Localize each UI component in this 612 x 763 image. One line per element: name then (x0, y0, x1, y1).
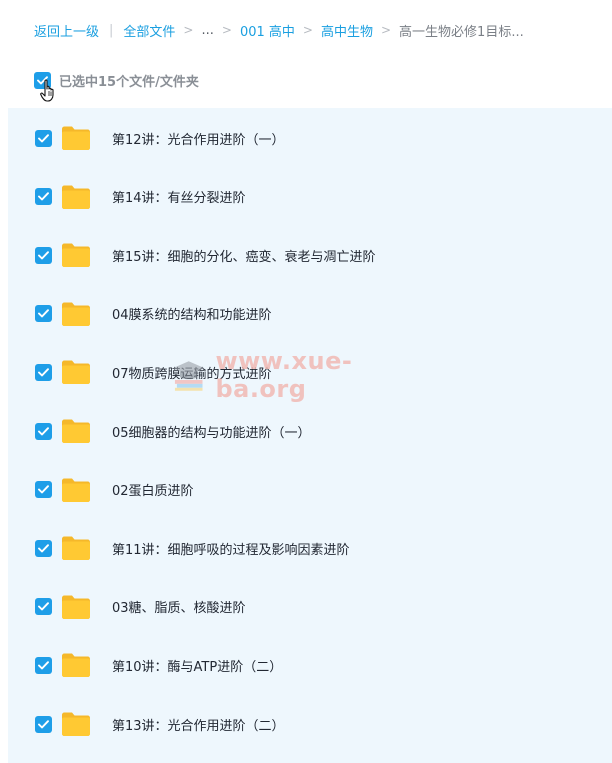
file-checkbox[interactable] (35, 129, 52, 147)
checkbox-checked-icon (38, 602, 49, 611)
file-row[interactable]: 03糖、脂质、核酸进阶 (8, 578, 612, 636)
folder-icon (62, 536, 90, 561)
file-checkbox[interactable] (35, 715, 52, 733)
checkbox-checked-icon (38, 133, 49, 142)
folder-icon (62, 126, 90, 150)
file-checkbox[interactable] (35, 539, 52, 557)
file-row[interactable]: 05细胞器的结构与功能进阶（一） (8, 402, 612, 460)
file-row[interactable]: 第10讲：酶与ATP进阶（二） (8, 636, 612, 694)
folder-icon (62, 419, 90, 443)
checkbox-checked-icon (38, 543, 49, 553)
folder-icon (62, 302, 90, 326)
file-row[interactable]: 04膜系统的结构和功能进阶 (8, 285, 612, 343)
file-checkbox[interactable] (35, 598, 52, 616)
breadcrumb-separator: > (380, 23, 392, 37)
file-name: 05细胞器的结构与功能进阶（一） (112, 425, 311, 441)
folder-icon (62, 243, 90, 268)
file-checkbox[interactable] (35, 481, 52, 499)
file-name: 第13讲：光合作用进阶（二） (112, 718, 285, 734)
file-checkbox[interactable] (35, 656, 52, 674)
breadcrumb-current: 高一生物必修1目标... (399, 24, 524, 40)
file-name: 第12讲：光合作用进阶（一） (112, 132, 285, 148)
checkbox-checked-icon (38, 192, 49, 201)
file-checkbox[interactable] (35, 188, 52, 206)
file-name: 第15讲：细胞的分化、癌变、衰老与凋亡进阶 (112, 249, 376, 265)
breadcrumb-divider: | (109, 22, 114, 38)
file-checkbox[interactable] (35, 305, 52, 323)
hand-cursor-icon (40, 79, 54, 102)
breadcrumb-gaozhong-shengwu[interactable]: 高中生物 (321, 21, 373, 40)
folder-icon (62, 360, 90, 385)
breadcrumb: 返回上一级 | 全部文件 > ... > 001 高中 > 高中生物 > 高一生… (34, 19, 524, 41)
file-row[interactable]: 第15讲：细胞的分化、癌变、衰老与凋亡进阶 (8, 226, 612, 284)
file-name: 04膜系统的结构和功能进阶 (112, 308, 272, 324)
file-name: 第14讲：有丝分裂进阶 (112, 191, 246, 207)
file-row[interactable]: 第11讲：细胞呼吸的过程及影响因素进阶 (8, 519, 612, 577)
folder-icon (62, 478, 90, 502)
file-row[interactable]: 第14讲：有丝分裂进阶 (8, 168, 612, 226)
file-name: 07物质跨膜运输的方式进阶 (112, 366, 272, 382)
file-row[interactable]: 02蛋白质进阶 (8, 461, 612, 519)
file-name: 第11讲：细胞呼吸的过程及影响因素进阶 (112, 542, 350, 558)
file-list: 第12讲：光合作用进阶（一） 第14讲：有丝分裂进阶第15讲：细胞的分化、癌变、衰… (8, 108, 612, 763)
file-checkbox[interactable] (35, 246, 52, 264)
select-all-bar: 已选中15个文件/文件夹 (34, 70, 199, 90)
folder-icon (62, 712, 90, 736)
checkbox-checked-icon (38, 485, 49, 494)
folder-icon (62, 185, 90, 209)
checkbox-checked-icon (38, 661, 49, 670)
breadcrumb-separator: > (183, 23, 194, 37)
file-row[interactable]: 第13讲：光合作用进阶（二） (8, 695, 612, 753)
checkbox-checked-icon (38, 309, 49, 318)
file-name: 02蛋白质进阶 (112, 484, 194, 500)
selection-count-text: 已选中15个文件/文件夹 (59, 74, 199, 90)
breadcrumb-001-gaozhong[interactable]: 001 高中 (240, 21, 295, 40)
file-row[interactable]: 07物质跨膜运输的方式进阶 (8, 343, 612, 401)
checkbox-checked-icon (38, 719, 49, 728)
file-row[interactable]: 第12讲：光合作用进阶（一） (8, 109, 612, 167)
file-name: 03糖、脂质、核酸进阶 (112, 601, 246, 617)
checkbox-checked-icon (38, 426, 49, 435)
checkbox-checked-icon (38, 368, 49, 377)
back-link[interactable]: 返回上一级 (34, 21, 99, 40)
breadcrumb-separator: > (302, 23, 313, 37)
file-checkbox[interactable] (35, 363, 52, 381)
file-checkbox[interactable] (35, 422, 52, 440)
file-name: 第10讲：酶与ATP进阶（二） (112, 659, 283, 675)
checkbox-checked-icon (38, 250, 49, 260)
folder-icon (62, 653, 90, 678)
breadcrumb-all-files[interactable]: 全部文件 (123, 21, 175, 40)
folder-icon (62, 595, 90, 619)
breadcrumb-separator: > (221, 23, 232, 37)
breadcrumb-ellipsis[interactable]: ... (201, 23, 213, 38)
